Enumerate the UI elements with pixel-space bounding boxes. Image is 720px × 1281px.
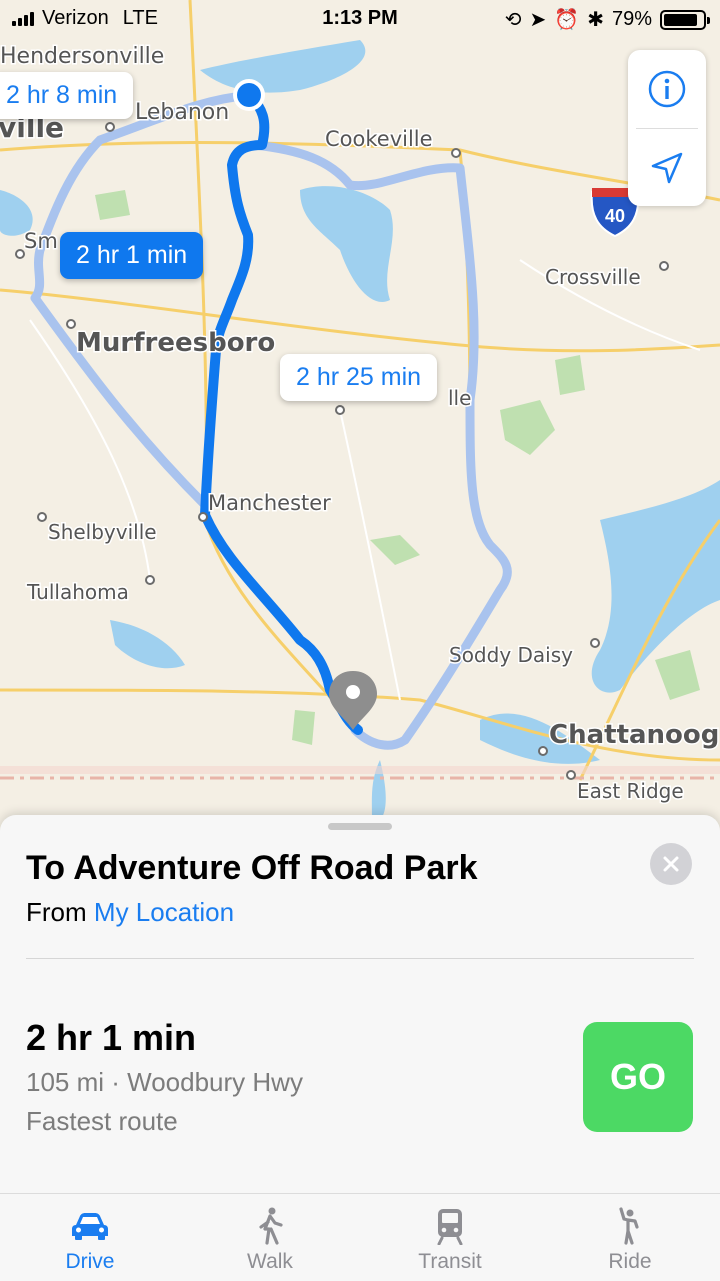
divider: [26, 958, 694, 959]
route-distance: 105 mi · Woodbury Hwy: [26, 1067, 303, 1097]
route-callout-selected[interactable]: 2 hr 1 min: [60, 232, 204, 279]
tab-label: Transit: [418, 1250, 482, 1273]
bluetooth-icon: ✱: [587, 9, 604, 31]
close-button[interactable]: [650, 843, 692, 885]
destination-title: To Adventure Off Road Park: [26, 849, 478, 887]
route-callout-alt-2[interactable]: 2 hr 25 min: [280, 354, 438, 401]
route-duration[interactable]: 2 hr 1 min: [26, 1017, 196, 1059]
orientation-lock-icon: ⟲: [504, 9, 522, 31]
info-icon: [648, 70, 686, 108]
status-bar: Verizon LTE 1:13 PM ⟲ ➤ ⏰ ✱ 79%: [0, 0, 720, 38]
car-icon: [70, 1206, 110, 1246]
tab-transit[interactable]: Transit: [360, 1194, 540, 1281]
location-arrow-icon: ➤: [529, 9, 547, 31]
origin-line: From My Location: [26, 897, 234, 928]
place-label: lle: [448, 386, 471, 410]
map-controls: [628, 50, 706, 206]
route-note: Fastest route: [26, 1106, 178, 1136]
route-callout-alt-1[interactable]: 2 hr 8 min: [0, 72, 134, 119]
place-label: Manchester: [208, 491, 331, 515]
place-label: Hendersonville: [0, 44, 164, 69]
battery-percent: 79%: [611, 8, 652, 30]
place-label: Sm: [24, 229, 58, 253]
place-label: Crossville: [545, 265, 641, 289]
go-button[interactable]: GO: [583, 1022, 693, 1132]
ride-icon: [615, 1206, 645, 1246]
origin-link[interactable]: My Location: [94, 897, 234, 927]
info-button[interactable]: [628, 50, 706, 128]
map-view[interactable]: 40 Hendersonville Lebanon ville Cookevil…: [0, 0, 720, 820]
tracking-button[interactable]: [628, 129, 706, 207]
sheet-grabber[interactable]: [328, 823, 392, 830]
place-label: Lebanon: [135, 100, 229, 125]
tab-ride[interactable]: Ride: [540, 1194, 720, 1281]
from-label: From: [26, 897, 87, 927]
shield-number: 40: [605, 206, 625, 226]
place-label: Shelbyville: [48, 520, 157, 544]
tab-label: Drive: [65, 1250, 115, 1273]
transport-tab-bar: Drive Walk Transit Ride: [0, 1193, 720, 1281]
place-label: Chattanoog: [549, 720, 719, 750]
train-icon: [435, 1206, 465, 1246]
walk-icon: [255, 1206, 285, 1246]
tab-drive[interactable]: Drive: [0, 1194, 180, 1281]
place-label: Murfreesboro: [76, 328, 275, 358]
close-icon: [663, 856, 679, 872]
place-label: Tullahoma: [26, 580, 129, 604]
alarm-icon: ⏰: [554, 9, 580, 31]
tab-label: Ride: [608, 1250, 652, 1273]
tab-label: Walk: [247, 1250, 293, 1273]
battery-icon: [660, 9, 710, 30]
location-arrow-icon: [651, 152, 683, 184]
place-label: Soddy Daisy: [449, 643, 573, 667]
tab-walk[interactable]: Walk: [180, 1194, 360, 1281]
place-label: East Ridge: [577, 779, 684, 803]
place-label: Cookeville: [325, 127, 433, 151]
